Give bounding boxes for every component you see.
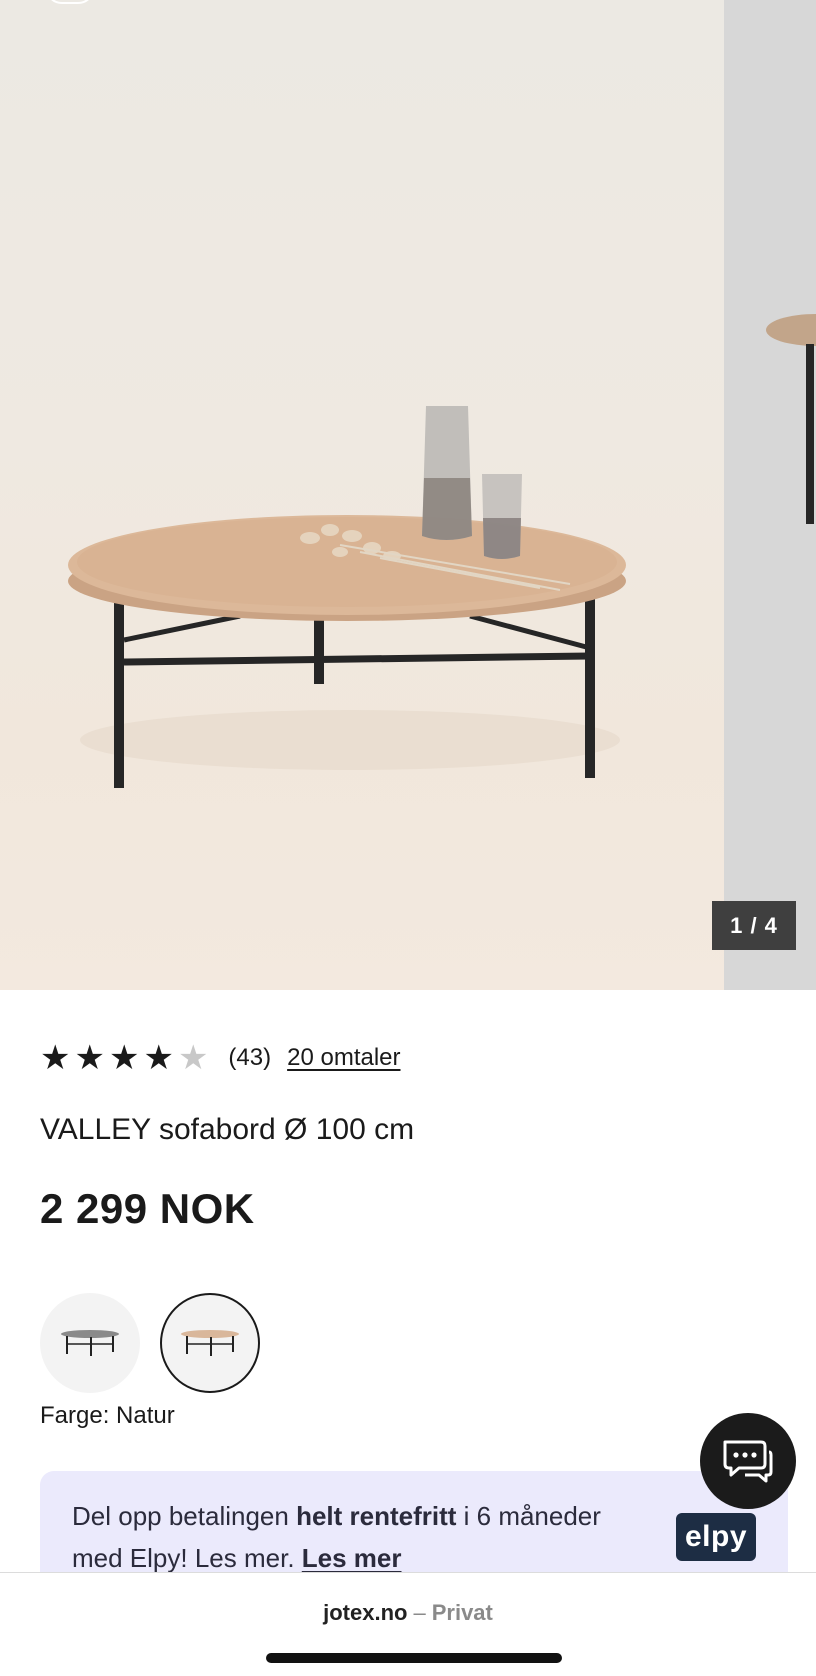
color-swatch-black[interactable] xyxy=(40,1293,140,1393)
reviews-link[interactable]: 20 omtaler xyxy=(287,1044,400,1072)
chat-bubbles-icon xyxy=(723,1440,773,1483)
product-image-gallery[interactable]: 1 / 4 xyxy=(0,0,816,990)
promo-text: Del opp betalingen helt rentefritt i 6 m… xyxy=(72,1501,601,1573)
rating-row: ★ ★ ★ ★ ★ (43) 20 omtaler xyxy=(40,1040,401,1076)
star-empty-icon: ★ xyxy=(177,1039,209,1077)
promo-read-more-link[interactable]: Les mer xyxy=(302,1543,402,1573)
image-counter: 1 / 4 xyxy=(712,901,796,950)
browser-url-line[interactable]: jotex.no – Privat xyxy=(0,1600,816,1626)
browser-private-mode: Privat xyxy=(431,1600,493,1625)
star-filled-icon: ★ xyxy=(40,1039,71,1077)
home-indicator[interactable] xyxy=(266,1653,562,1663)
star-filled-icon: ★ xyxy=(74,1039,105,1077)
table-illustration xyxy=(68,314,816,788)
rating-count: (43) xyxy=(228,1044,272,1071)
browser-domain: jotex.no xyxy=(323,1600,408,1625)
product-title: VALLEY sofabord Ø 100 cm xyxy=(40,1113,415,1146)
url-separator: – xyxy=(413,1600,426,1625)
browser-bottom-bar: jotex.no – Privat xyxy=(0,1572,816,1676)
product-price: 2 299 NOK xyxy=(40,1185,255,1232)
table-thumbnail-icon xyxy=(181,1330,239,1356)
rating-stars: ★ ★ ★ ★ ★ xyxy=(40,1041,208,1075)
chat-button[interactable] xyxy=(700,1413,796,1509)
color-swatch-natur[interactable] xyxy=(160,1293,260,1393)
star-filled-icon: ★ xyxy=(143,1039,174,1077)
star-filled-icon: ★ xyxy=(108,1039,140,1077)
table-thumbnail-icon xyxy=(61,1330,119,1356)
selected-color-label: Farge: Natur xyxy=(40,1402,175,1429)
elpy-logo: elpy xyxy=(676,1513,756,1561)
